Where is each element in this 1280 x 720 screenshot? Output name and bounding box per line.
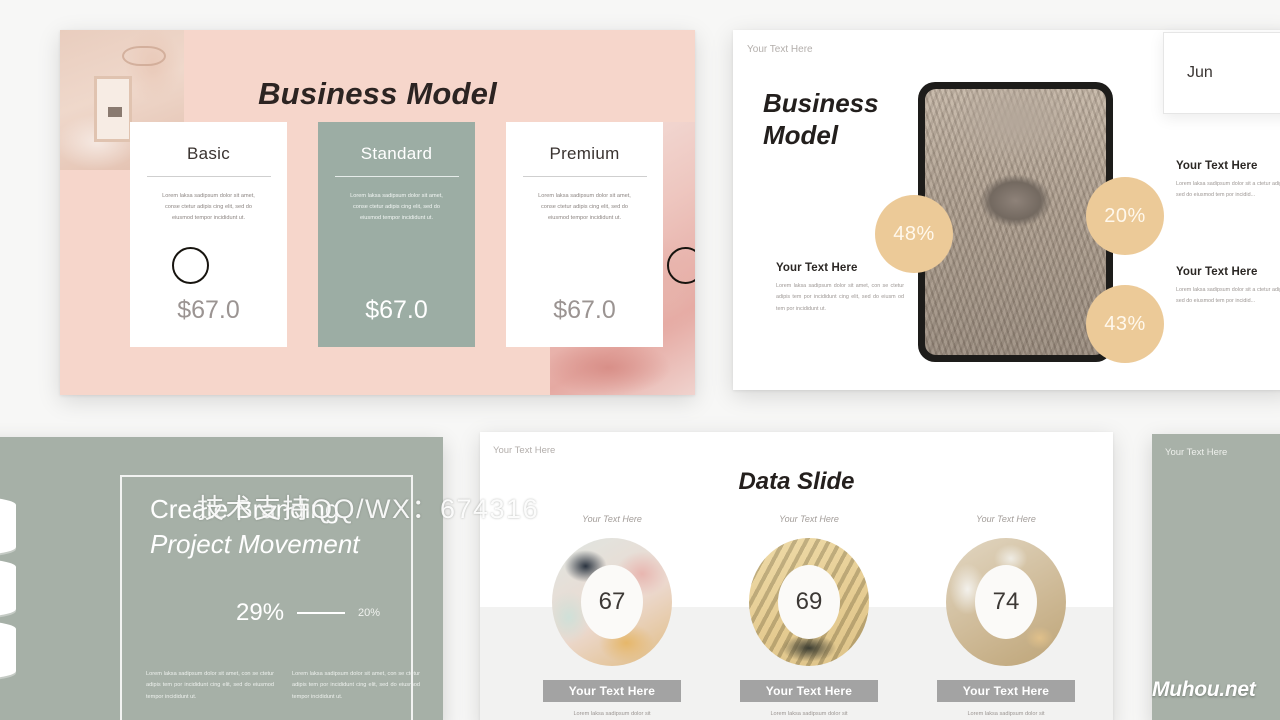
glasses-icon [122,46,166,66]
data-card-button[interactable]: Your Text Here [740,680,878,702]
pricing-card-basic[interactable]: Basic Lorem laksa sadipsum dolor sit ame… [130,122,287,347]
slide-eyebrow-label: Your Text Here [1165,447,1228,458]
branding-body-columns: Lorem laksa sadipsum dolor sit amet, con… [146,669,420,703]
text-block-right-bottom: Your Text Here Lorem laksa sadipsum dolo… [1176,266,1280,308]
percent-badge-20: 20% [1086,177,1164,255]
text-block-right-top: Your Text Here Lorem laksa sadipsum dolo… [1176,160,1280,202]
pricing-card-standard[interactable]: Standard Lorem laksa sadipsum dolor sit … [318,122,475,347]
text-block-bottom-left: Your Text Here Lorem laksa sadipsum dolo… [776,262,904,315]
data-card[interactable]: Your Text Here 74 Your Text Here Lorem l… [936,514,1076,717]
text-block-body: Lorem laksa sadipsum dolor sit a ctetur … [1176,287,1280,305]
data-card-button[interactable]: Your Text Here [543,680,681,702]
stat-primary-value: 29% [236,599,285,626]
cylinder-disc [0,497,16,555]
pricing-card-group: Basic Lorem laksa sadipsum dolor sit ame… [130,122,663,347]
pricing-card-name: Basic [186,144,231,163]
data-card-button[interactable]: Your Text Here [937,680,1075,702]
circle-outline-icon [172,247,209,284]
branding-slide-title: Create Branding Project Movement [150,492,443,561]
slide-eyebrow-label: Your Text Here [747,44,813,55]
donut-chart-photo: 74 [946,538,1066,666]
text-block-body: Lorem laksa sadipsum dolor sit a ctetur … [1176,181,1280,199]
divider [334,176,459,177]
stat-secondary-value: 20% [358,607,381,619]
cylinder-disc [0,621,16,679]
text-block-body: Lorem laksa sadipsum dolor sit amet, con… [776,283,904,312]
pricing-card-description: Lorem laksa sadipsum dolor sit amet, con… [350,193,443,221]
pricing-card-price: $67.0 [177,296,240,324]
data-card-note: Lorem laksa sadipsum dolor sit [573,711,651,717]
slide-business-model-pricing[interactable]: Business Model Basic Lorem laksa sadipsu… [60,30,695,395]
title-line-2: Model [763,119,839,150]
model-slide-title: Business Model [763,88,933,151]
pricing-card-price: $67.0 [553,296,616,324]
title-line-1: Create Branding [150,494,340,524]
slide-partial-june[interactable]: Jun [1163,32,1280,114]
percent-badge-43: 43% [1086,285,1164,363]
text-block-heading: Your Text Here [1176,266,1258,278]
divider [146,176,271,177]
cylinder-disc [0,559,16,617]
june-label: Jun [1187,64,1213,81]
pricing-card-description: Lorem laksa sadipsum dolor sit amet, con… [538,193,631,221]
data-card[interactable]: Your Text Here 67 Your Text Here Lorem l… [542,514,682,717]
pricing-card-description: Lorem laksa sadipsum dolor sit amet, con… [162,193,255,221]
slide-partial-sage[interactable]: Your Text Here [1152,434,1280,720]
donut-value: 74 [975,565,1037,639]
data-card-group: Your Text Here 67 Your Text Here Lorem l… [542,514,1076,717]
stat-connector-line [297,612,346,614]
slide-create-branding[interactable]: Create Branding Project Movement 29% 20%… [0,437,443,720]
pricing-slide-title: Business Model [258,76,497,111]
donut-value: 67 [581,565,643,639]
title-line-2: Project Movement [150,528,360,559]
branding-body-column: Lorem laksa sadipsum dolor sit amet, con… [146,671,274,700]
tablet-screen-photo [925,89,1106,355]
slide-data[interactable]: Your Text Here Data Slide Your Text Here… [480,432,1113,720]
data-card-subtitle: Your Text Here [976,514,1036,524]
pricing-card-price: $67.0 [365,296,428,324]
data-card-note: Lorem laksa sadipsum dolor sit [770,711,848,717]
data-card[interactable]: Your Text Here 69 Your Text Here Lorem l… [739,514,879,717]
stacked-cylinder-graphic [0,497,16,679]
data-card-subtitle: Your Text Here [582,514,642,524]
data-slide-title: Data Slide [738,468,855,495]
pricing-card-name: Premium [549,144,620,163]
data-card-subtitle: Your Text Here [779,514,839,524]
pricing-card-premium[interactable]: Premium Lorem laksa sadipsum dolor sit a… [506,122,663,347]
text-block-heading: Your Text Here [1176,160,1258,172]
data-card-note: Lorem laksa sadipsum dolor sit [967,711,1045,717]
text-block-heading: Your Text Here [776,262,858,274]
branding-body-column: Lorem laksa sadipsum dolor sit amet, con… [292,671,420,700]
donut-chart-photo: 67 [552,538,672,666]
divider [522,176,647,177]
title-line-1: Business [763,88,879,118]
branding-stat-row: 29% 20% [236,599,380,627]
screenshot-stage: Business Model Basic Lorem laksa sadipsu… [0,0,1280,720]
pricing-card-name: Standard [360,144,433,163]
donut-chart-photo: 69 [749,538,869,666]
donut-value: 69 [778,565,840,639]
slide-eyebrow-label: Your Text Here [493,445,556,456]
